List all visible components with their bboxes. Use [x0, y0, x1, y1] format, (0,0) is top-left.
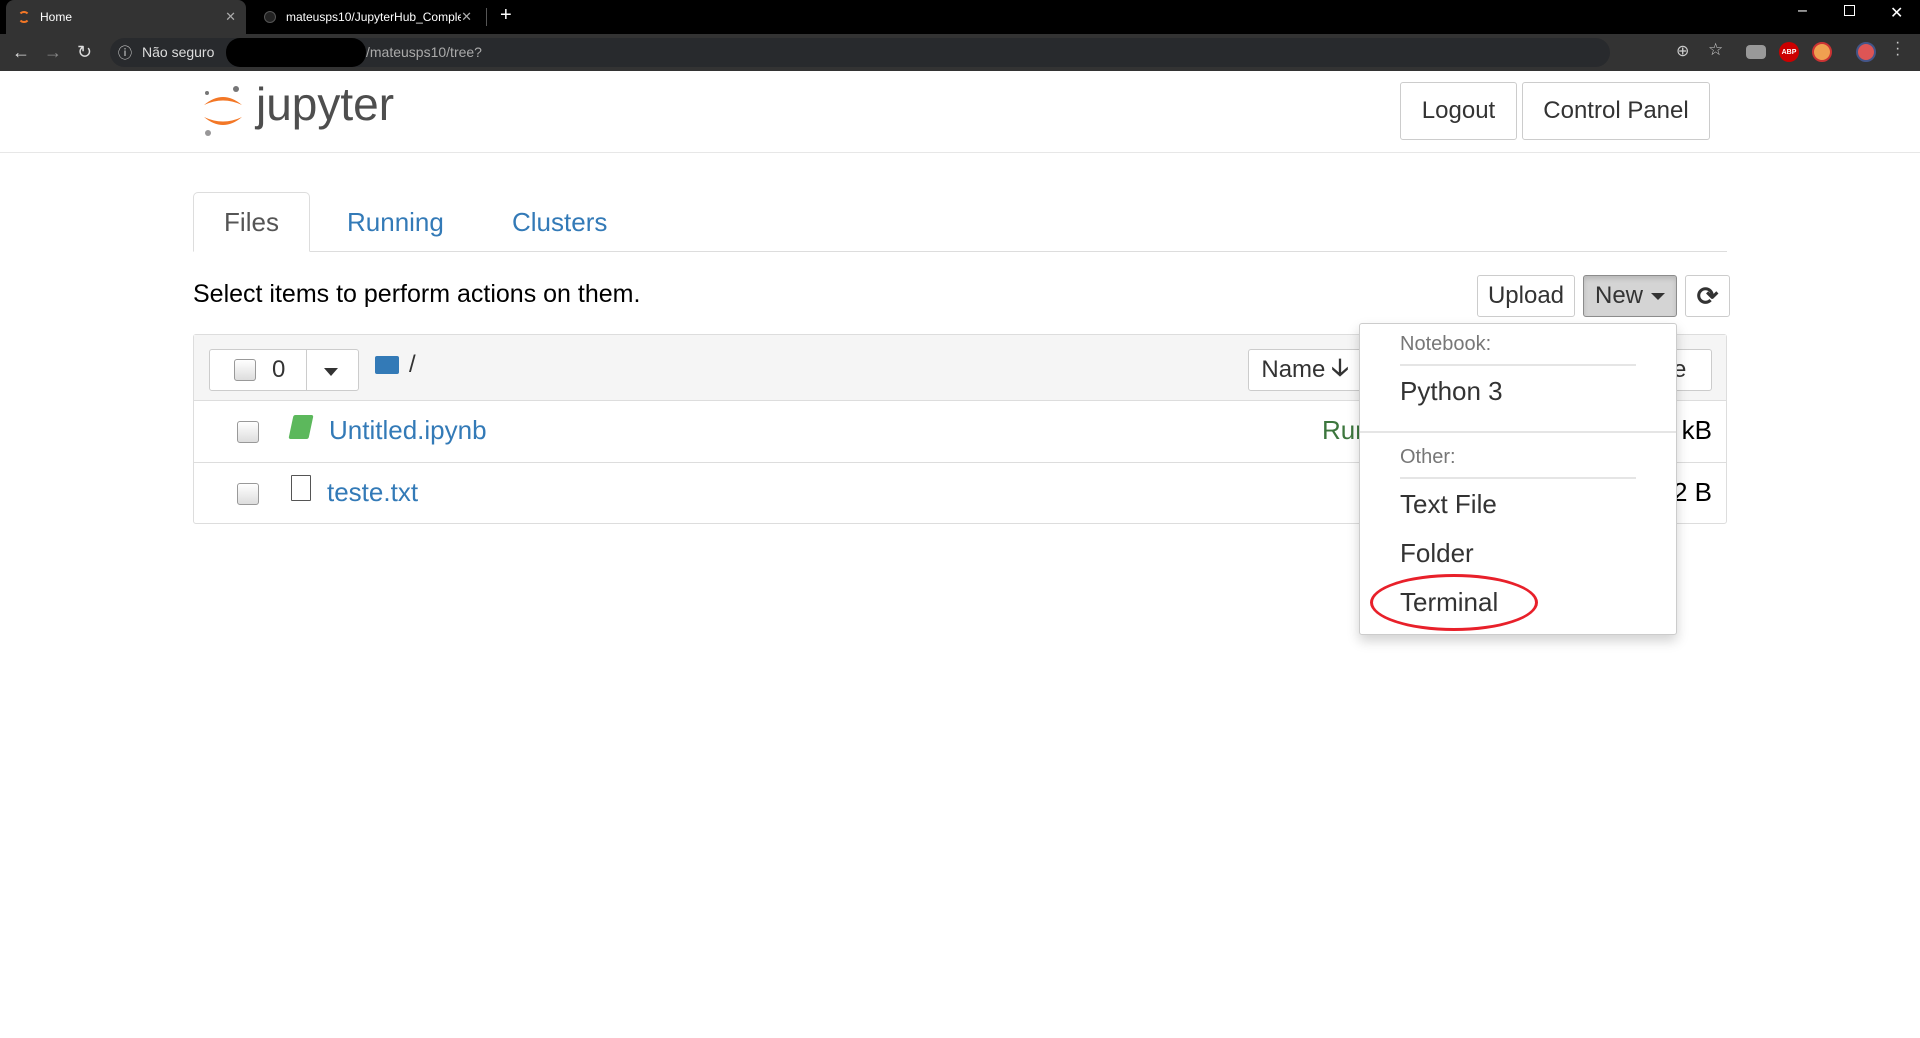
browser-tab-github[interactable]: mateusps10/JupyterHub_Comple ✕ [252, 0, 482, 34]
tab-title: Home [40, 10, 73, 24]
tab-title: mateusps10/JupyterHub_Comple [286, 10, 461, 24]
folder-icon[interactable] [375, 356, 399, 374]
close-tab-icon[interactable]: ✕ [461, 9, 472, 25]
highlight-ring [1370, 574, 1538, 631]
menu-divider [1400, 364, 1636, 366]
tab-files[interactable]: Files [193, 192, 310, 252]
reload-icon[interactable]: ↻ [77, 42, 92, 63]
jupyter-favicon [18, 11, 30, 23]
file-size: 2 B [1672, 477, 1712, 507]
menu-divider [1400, 477, 1636, 479]
control-panel-button[interactable]: Control Panel [1522, 82, 1710, 140]
select-dropdown-caret-icon[interactable] [324, 368, 338, 376]
github-favicon [264, 11, 276, 23]
arrow-down-icon: 🡣 [1331, 353, 1349, 381]
camera-icon[interactable] [1746, 45, 1766, 59]
tab-clusters[interactable]: Clusters [481, 192, 638, 252]
file-link[interactable]: teste.txt [327, 477, 418, 508]
jupyter-logo[interactable] [200, 83, 246, 139]
security-label: Não seguro [142, 44, 215, 60]
other-section-header: Other: [1400, 446, 1456, 468]
adblock-icon[interactable]: ABP [1779, 42, 1799, 62]
url-path: /mateusps10/tree? [366, 44, 482, 60]
name-column-label: Name [1261, 356, 1326, 383]
new-dropdown-menu: Notebook: Python 3 Other: Text File Fold… [1359, 323, 1677, 635]
refresh-button[interactable]: ⟳ [1685, 275, 1730, 317]
info-icon: ⓘ [118, 45, 132, 61]
selected-count: 0 [272, 356, 286, 383]
breadcrumb-root[interactable]: / [409, 351, 416, 379]
refresh-icon: ⟳ [1696, 280, 1719, 311]
url-input[interactable]: ⓘ Não seguro /mateusps10/tree? [110, 38, 1610, 67]
new-tab-button[interactable]: + [500, 4, 512, 27]
menu-divider [1360, 431, 1676, 433]
profile-avatar[interactable] [1856, 42, 1876, 62]
close-window-button[interactable]: ✕ [1890, 3, 1903, 23]
zoom-icon[interactable]: ⊕ [1676, 41, 1689, 61]
file-size: kB [1681, 415, 1712, 445]
sort-name-button[interactable]: Name 🡣 [1248, 349, 1362, 391]
tab-divider [193, 251, 1727, 252]
minimize-button[interactable]: – [1798, 2, 1807, 20]
menu-item-text-file[interactable]: Text File [1400, 489, 1497, 520]
logout-button[interactable]: Logout [1400, 82, 1517, 140]
caret-down-icon [1651, 292, 1665, 300]
select-all-group: 0 [209, 349, 359, 391]
notebook-section-header: Notebook: [1400, 333, 1492, 355]
jupyter-logo-text: jupyter [256, 78, 395, 130]
star-icon[interactable]: ☆ [1708, 40, 1723, 60]
browser-tab-home[interactable]: Home ✕ [6, 0, 246, 34]
row-checkbox[interactable] [237, 421, 259, 443]
menu-item-python3[interactable]: Python 3 [1400, 376, 1503, 407]
redacted-host [226, 38, 366, 67]
extension-icon[interactable] [1812, 42, 1832, 62]
new-button-label: New [1594, 282, 1643, 309]
file-icon [291, 475, 311, 501]
file-link[interactable]: Untitled.ipynb [329, 415, 487, 446]
notebook-icon [288, 415, 314, 439]
forward-icon[interactable]: → [44, 42, 62, 63]
tab-divider [486, 8, 487, 26]
upload-button[interactable]: Upload [1477, 275, 1575, 317]
instructions-text: Select items to perform actions on them. [193, 280, 641, 308]
new-button[interactable]: New [1583, 275, 1677, 317]
close-tab-icon[interactable]: ✕ [225, 9, 236, 25]
restore-button[interactable] [1844, 5, 1855, 16]
browser-tab-bar: Home ✕ mateusps10/JupyterHub_Comple ✕ + … [0, 0, 1920, 34]
menu-icon[interactable]: · · · [1895, 35, 1900, 63]
menu-item-folder[interactable]: Folder [1400, 538, 1474, 569]
select-all-checkbox[interactable] [234, 359, 256, 381]
back-icon[interactable]: ← [12, 42, 30, 63]
tab-running[interactable]: Running [316, 192, 475, 252]
row-checkbox[interactable] [237, 483, 259, 505]
